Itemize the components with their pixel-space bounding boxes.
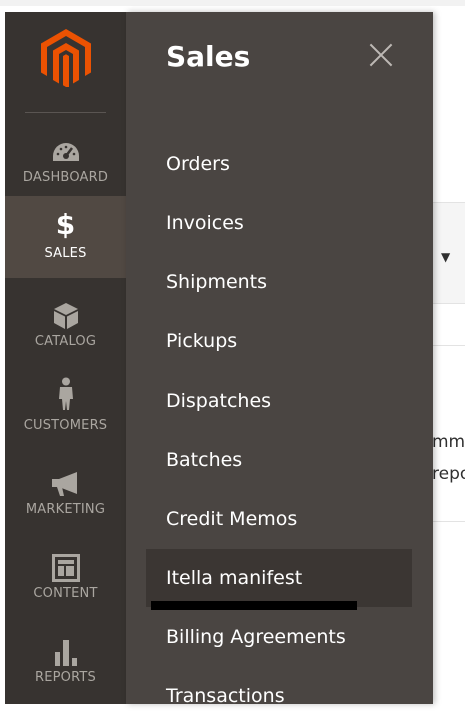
box-icon (53, 303, 78, 329)
megaphone-icon (51, 472, 77, 496)
nav-item-sales[interactable]: $ SALES (5, 196, 126, 278)
person-icon (58, 377, 73, 410)
nav-item-marketing[interactable]: MARKETING (5, 458, 126, 540)
nav-label: DASHBOARD (22, 170, 109, 185)
submenu-title: Sales (166, 40, 251, 73)
nav-label: MARKETING (25, 502, 106, 517)
submenu-item-billing-agreements[interactable]: Billing Agreements (146, 608, 412, 666)
submenu-item-orders[interactable]: Orders (146, 135, 412, 193)
submenu-item-batches[interactable]: Batches (146, 431, 412, 489)
nav-label: CATALOG (34, 334, 97, 349)
submenu-item-transactions[interactable]: Transactions (146, 667, 412, 725)
nav-label: REPORTS (35, 670, 96, 685)
submenu-item-dispatches[interactable]: Dispatches (146, 372, 412, 430)
magento-logo-icon (41, 29, 91, 87)
layout-icon (51, 554, 80, 582)
submenu-item-shipments[interactable]: Shipments (146, 253, 412, 311)
close-icon[interactable] (368, 42, 394, 68)
nav-separator (25, 112, 106, 113)
divider (430, 521, 465, 522)
nav-item-customers[interactable]: CUSTOMERS (5, 374, 126, 456)
submenu-item-invoices[interactable]: Invoices (146, 194, 412, 252)
nav-label: CONTENT (33, 586, 98, 601)
caret-down-icon[interactable]: ▼ (441, 250, 450, 264)
dashboard-icon (52, 143, 79, 161)
submenu-item-pickups[interactable]: Pickups (146, 312, 412, 370)
submenu-item-itella-manifest[interactable]: Itella manifest (146, 549, 412, 607)
magento-logo[interactable] (5, 12, 126, 110)
nav-item-reports[interactable]: REPORTS (5, 626, 126, 708)
divider (430, 345, 465, 346)
bar-chart-icon (54, 640, 77, 666)
admin-sidebar: DASHBOARD $ SALES CATALOG CUSTOMERS MARK… (5, 12, 126, 704)
nav-item-content[interactable]: CONTENT (5, 542, 126, 624)
submenu-item-credit-memos[interactable]: Credit Memos (146, 490, 412, 548)
top-bar (0, 0, 465, 6)
nav-label: SALES (44, 246, 87, 261)
background-text: mma (432, 432, 465, 452)
annotation-underline (151, 601, 357, 610)
background-text: repo (432, 464, 465, 484)
nav-item-catalog[interactable]: CATALOG (5, 290, 126, 372)
dollar-icon: $ (55, 207, 76, 241)
nav-label: CUSTOMERS (23, 418, 108, 433)
